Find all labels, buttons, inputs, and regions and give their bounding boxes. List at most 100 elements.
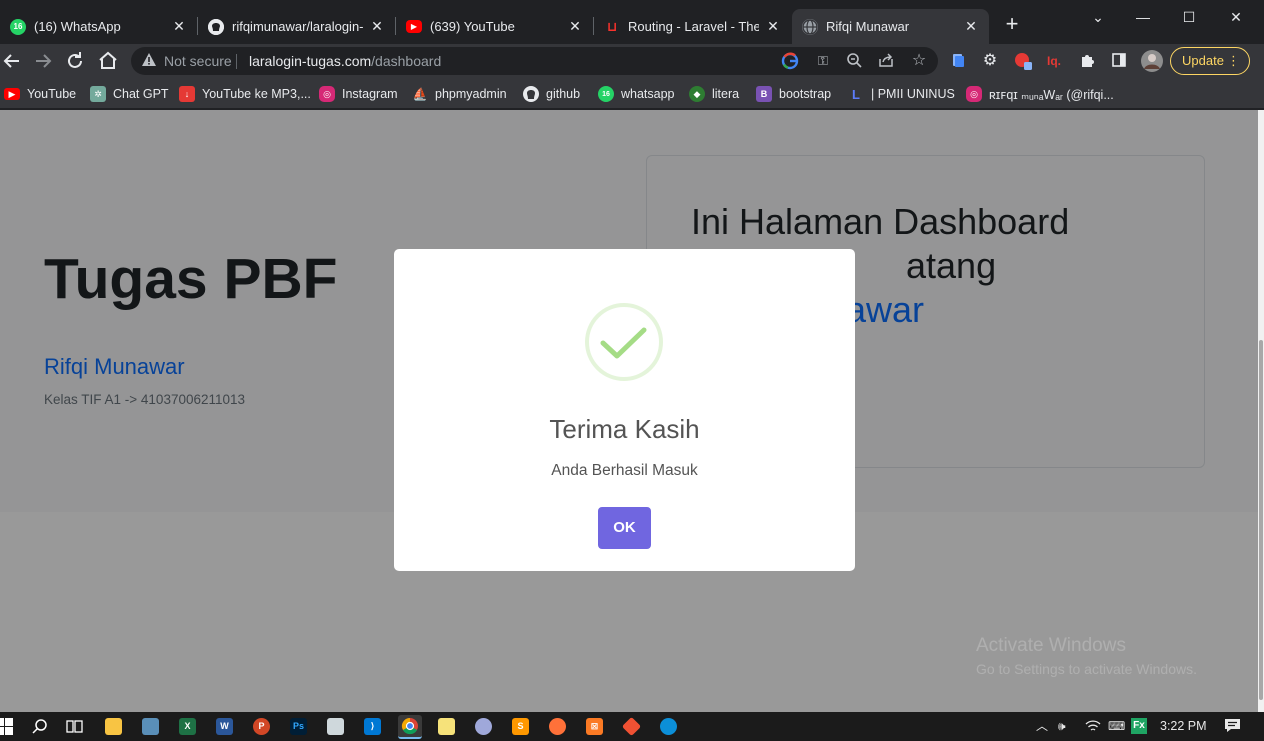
instagram-icon: ◎	[319, 86, 335, 102]
extension-iq-icon[interactable]: Iq.	[1045, 52, 1063, 70]
sublime-icon[interactable]: S	[512, 718, 529, 735]
success-dialog: Terima Kasih Anda Berhasil Masuk OK	[394, 249, 855, 571]
password-key-icon[interactable]: ⚿	[814, 52, 832, 70]
notification-center-icon[interactable]	[1224, 718, 1241, 737]
close-tab-icon[interactable]: ✕	[963, 18, 979, 35]
bootstrap-icon: B	[756, 86, 772, 102]
search-icon[interactable]	[31, 718, 48, 735]
bookmark-github[interactable]: github	[523, 85, 580, 103]
bookmarks-bar: ▶ YouTube ✲ Chat GPT ↓ YouTube ke MP3,..…	[0, 78, 1264, 109]
tab-title: (639) YouTube	[430, 19, 515, 34]
bookmark-chat-gpt[interactable]: ✲ Chat GPT	[90, 85, 169, 103]
reload-button[interactable]	[63, 49, 87, 73]
tab-strip: 16 (16) WhatsApp ✕ rifqimunawar/laralogi…	[0, 0, 1264, 44]
close-tab-icon[interactable]: ✕	[765, 18, 781, 35]
laravel-icon: L	[852, 86, 860, 102]
close-window-button[interactable]: ✕	[1213, 6, 1259, 28]
ok-button[interactable]: OK	[598, 507, 651, 549]
bookmark-phpmyadmin[interactable]: ⛵ phpmyadmin	[412, 85, 507, 103]
powerpoint-icon[interactable]: P	[253, 718, 270, 735]
avatar[interactable]	[1141, 50, 1163, 72]
tab-search-chevron-icon[interactable]: ⌄	[1075, 6, 1121, 28]
bookmark-youtube-mp3[interactable]: ↓ YouTube ke MP3,...	[179, 85, 311, 103]
new-tab-button[interactable]: +	[1001, 13, 1023, 35]
instagram-icon: ◎	[966, 86, 982, 102]
firefox-icon[interactable]	[549, 718, 566, 735]
bookmark-label: litera	[712, 87, 740, 101]
whatsapp-icon: 16	[598, 86, 614, 102]
browser-toolbar: Not secure laralogin-tugas.com/dashboard…	[0, 44, 1264, 78]
edge-icon[interactable]	[660, 718, 677, 735]
app-icon[interactable]	[475, 718, 492, 735]
excel-icon[interactable]: X	[179, 718, 196, 735]
download-icon: ↓	[179, 86, 195, 102]
bookmark-litera[interactable]: ◆ litera	[689, 85, 739, 103]
google-lens-icon[interactable]	[781, 52, 799, 70]
back-button[interactable]	[0, 49, 24, 73]
keyboard-icon[interactable]: ⌨	[1108, 719, 1125, 734]
extension-gear-icon[interactable]: ⚙	[981, 52, 999, 70]
close-tab-icon[interactable]: ✕	[567, 18, 583, 35]
system-clock[interactable]: 3:22 PM	[1160, 719, 1207, 733]
url-text[interactable]: laralogin-tugas.com/dashboard	[249, 53, 441, 69]
maximize-button[interactable]: ☐	[1166, 6, 1212, 28]
xampp-icon[interactable]: ⊠	[586, 718, 603, 735]
bookmark-label: whatsapp	[621, 87, 675, 101]
bookmark-whatsapp[interactable]: 16 whatsapp	[598, 85, 675, 103]
bookmark-instagram-rifqi[interactable]: ◎ ʀɪꜰqɪ ₘᵤₙₐWₐᵣ (@rifqi...	[966, 85, 1114, 103]
tab-whatsapp[interactable]: 16 (16) WhatsApp ✕	[0, 9, 197, 44]
bookmark-instagram[interactable]: ◎ Instagram	[319, 85, 398, 103]
close-tab-icon[interactable]: ✕	[171, 18, 187, 35]
not-secure-warning-icon[interactable]	[141, 52, 157, 68]
control-panel-icon[interactable]	[142, 718, 159, 735]
home-button[interactable]	[96, 49, 120, 73]
side-panel-icon[interactable]	[1110, 52, 1128, 70]
url-path: /dashboard	[371, 53, 442, 69]
windows-taskbar: X W P Ps ⟩ S ⊠ ︿ 🕪 ⌨ Fx 3:22 PM	[0, 712, 1264, 741]
vscode-icon[interactable]: ⟩	[364, 718, 381, 735]
bookmark-label: | PMII UNINUS	[871, 87, 955, 101]
whatsapp-icon: 16	[10, 18, 26, 35]
volume-icon[interactable]: 🕪	[1058, 719, 1066, 734]
close-tab-icon[interactable]: ✕	[369, 18, 385, 35]
bookmark-label: Instagram	[342, 87, 398, 101]
minimize-button[interactable]: —	[1120, 6, 1166, 28]
update-button[interactable]: Update ⋮	[1170, 47, 1250, 75]
security-label[interactable]: Not secure	[164, 53, 232, 69]
notepad-icon[interactable]	[327, 718, 344, 735]
git-icon[interactable]	[621, 716, 642, 737]
bookmark-youtube[interactable]: ▶ YouTube	[4, 85, 76, 103]
forward-button[interactable]	[31, 49, 55, 73]
wifi-icon[interactable]	[1085, 719, 1101, 737]
chrome-icon[interactable]	[398, 715, 422, 739]
zoom-icon[interactable]	[845, 52, 863, 70]
scrollbar-thumb[interactable]	[1259, 340, 1263, 700]
activate-windows-text: Go to Settings to activate Windows.	[976, 661, 1197, 677]
update-label: Update	[1182, 53, 1224, 68]
address-bar[interactable]: Not secure laralogin-tugas.com/dashboard…	[131, 47, 938, 75]
task-view-icon[interactable]	[66, 718, 83, 735]
tray-app-icon[interactable]: Fx	[1131, 718, 1147, 734]
tab-github[interactable]: rifqimunawar/laralogin-tu ✕	[198, 9, 395, 44]
notes-icon[interactable]	[438, 718, 455, 735]
bookmark-label: github	[546, 87, 581, 101]
extension-red-icon[interactable]	[1014, 52, 1032, 70]
tab-laravel[interactable]: ⊔ Routing - Laravel - The Pl ✕	[594, 9, 791, 44]
word-icon[interactable]: W	[216, 718, 233, 735]
file-explorer-icon[interactable]	[105, 718, 122, 735]
more-options-icon[interactable]: ⋮	[1227, 48, 1240, 74]
bookmark-star-icon[interactable]: ☆	[910, 52, 928, 70]
page-scrollbar[interactable]	[1258, 110, 1264, 712]
bookmark-label: YouTube	[27, 87, 77, 101]
share-icon[interactable]	[877, 52, 895, 70]
extensions-puzzle-icon[interactable]	[1078, 52, 1096, 70]
extension-doc-icon[interactable]	[949, 52, 967, 70]
github-icon	[208, 18, 224, 35]
windows-start-icon[interactable]	[0, 718, 13, 735]
photoshop-icon[interactable]: Ps	[290, 718, 307, 735]
tab-youtube[interactable]: ▶ (639) YouTube ✕	[396, 9, 593, 44]
bookmark-pmii-uninus[interactable]: L | PMII UNINUS	[848, 85, 955, 103]
show-hidden-icons-chevron-icon[interactable]: ︿	[1036, 719, 1048, 734]
tab-rifqi-munawar[interactable]: Rifqi Munawar ✕	[792, 9, 989, 44]
bookmark-bootstrap[interactable]: B bootstrap	[756, 85, 831, 103]
